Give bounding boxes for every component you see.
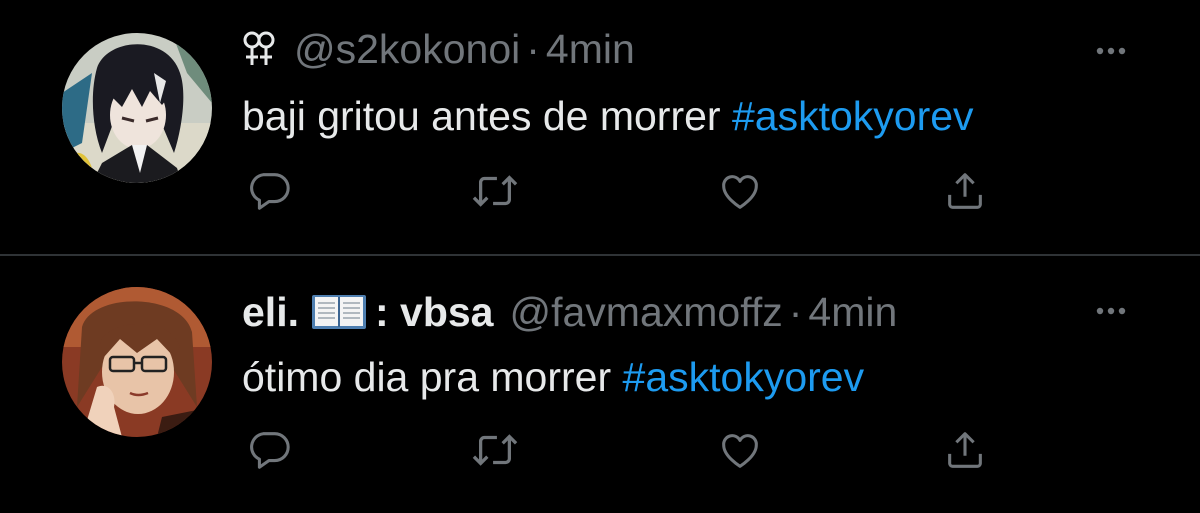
tweet-text: ótimo dia pra morrer #asktokyorev bbox=[242, 352, 864, 402]
reply-button[interactable] bbox=[244, 425, 294, 475]
avatar-image bbox=[62, 33, 212, 183]
reply-icon bbox=[250, 173, 290, 210]
tweet[interactable]: eli. : vbsa @favmaxmoffz · 4min ótimo di… bbox=[0, 256, 1200, 513]
reply-icon bbox=[250, 432, 290, 469]
share-icon bbox=[948, 173, 982, 209]
avatar[interactable] bbox=[62, 33, 212, 183]
timestamp[interactable]: 4min bbox=[808, 287, 897, 337]
display-name[interactable]: eli. bbox=[242, 287, 299, 337]
tweet-body: baji gritou antes de morrer bbox=[242, 93, 732, 139]
share-icon bbox=[948, 432, 982, 468]
hashtag-link[interactable]: #asktokyorev bbox=[623, 354, 865, 400]
reply-button[interactable] bbox=[244, 166, 294, 216]
tweet-header: eli. : vbsa @favmaxmoffz · 4min bbox=[242, 287, 897, 337]
tweet-actions bbox=[240, 166, 1000, 216]
tweet-text: baji gritou antes de morrer #asktokyorev bbox=[242, 91, 974, 141]
venus-symbol-icon bbox=[242, 29, 276, 69]
handle[interactable]: @favmaxmoffz bbox=[509, 287, 782, 337]
like-icon bbox=[722, 434, 758, 468]
like-button[interactable] bbox=[715, 166, 765, 216]
handle[interactable]: @s2kokonoi bbox=[294, 24, 520, 74]
retweet-icon bbox=[472, 434, 518, 466]
tweet[interactable]: @s2kokonoi · 4min baji gritou antes de m… bbox=[0, 0, 1200, 254]
like-button[interactable] bbox=[715, 425, 765, 475]
retweet-button[interactable] bbox=[470, 166, 520, 216]
share-button[interactable] bbox=[940, 425, 990, 475]
like-icon bbox=[722, 175, 758, 209]
timestamp[interactable]: 4min bbox=[546, 24, 635, 74]
retweet-button[interactable] bbox=[470, 425, 520, 475]
separator-dot: · bbox=[788, 289, 803, 335]
more-options-icon[interactable] bbox=[1096, 45, 1126, 57]
more-options-icon[interactable] bbox=[1096, 305, 1126, 317]
avatar[interactable] bbox=[62, 287, 212, 437]
avatar-image bbox=[62, 287, 212, 437]
open-book-emoji-icon bbox=[311, 291, 367, 333]
share-button[interactable] bbox=[940, 166, 990, 216]
separator-dot: · bbox=[526, 26, 540, 72]
tweet-header: @s2kokonoi · 4min bbox=[242, 24, 635, 74]
tweet-actions bbox=[240, 425, 1000, 475]
retweet-icon bbox=[472, 175, 518, 207]
tweet-body: ótimo dia pra morrer bbox=[242, 354, 623, 400]
hashtag-link[interactable]: #asktokyorev bbox=[732, 93, 974, 139]
display-name-suffix[interactable]: : vbsa bbox=[375, 287, 494, 337]
